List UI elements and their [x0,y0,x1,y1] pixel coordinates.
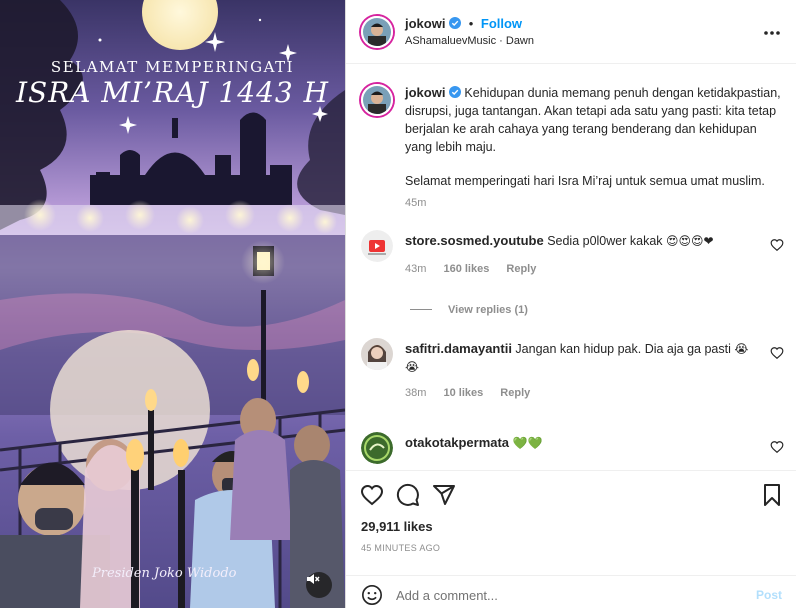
comment-input[interactable] [396,584,736,606]
comment-body: store.sosmed.youtube Sedia p0l0wer kakak… [405,232,760,250]
poster-title: ISRA MI’RAJ 1443 H [15,76,330,109]
poster-subtitle: SELAMAT MEMPERINGATI [50,58,295,76]
poster-signature: Presiden Joko Widodo [92,566,237,581]
caption-text: Kehidupan dunia memang penuh dengan keti… [405,86,781,154]
author-avatar[interactable] [361,16,393,48]
author-username[interactable]: jokowi [405,16,445,31]
comment-body: otakotakpermata 💚💚 [405,434,760,452]
more-horizontal-icon[interactable] [762,23,782,43]
comment-username[interactable]: otakotakpermata [405,435,509,450]
comment-text: Jangan kan hidup pak. Dia aja ga pasti [515,342,731,356]
comment-emoji: 💚💚 [512,436,543,450]
caption-username[interactable]: jokowi [405,85,445,100]
comment-likes[interactable]: 160 likes [443,263,489,275]
like-comment-heart-icon[interactable] [770,346,784,360]
caption-text-2: Selamat memperingati hari Isra Mi’raj un… [405,174,765,188]
caption-avatar[interactable] [361,84,393,116]
post-caption: jokowi Kehidupan dunia memang penuh deng… [405,84,783,206]
comment-bubble-icon[interactable] [396,483,420,507]
comment-meta: 43m 160 likes Reply [405,263,550,275]
comment-emoji: 😍😍😍❤ [666,234,714,248]
comment-username[interactable]: store.sosmed.youtube [405,233,544,248]
commenter-avatar[interactable] [361,230,393,262]
comment-time: 38m [405,387,427,399]
post-timestamp: 45 MINUTES AGO [361,543,441,553]
share-paper-plane-icon[interactable] [432,483,456,507]
view-replies-button[interactable]: View replies (1) [410,304,528,316]
view-replies-label: View replies (1) [448,304,528,316]
mute-button[interactable] [306,572,332,598]
comment-likes[interactable]: 10 likes [443,387,483,399]
like-heart-icon[interactable] [360,483,384,507]
reply-button[interactable]: Reply [506,263,536,275]
post-actions: 29,911 likes 45 MINUTES AGO Post [346,470,796,608]
caption-time: 45m [405,197,427,209]
comment-body: safitri.damayantii Jangan kan hidup pak.… [405,340,760,376]
post-header: jokowi • Follow AShamaluevMusic · Dawn [346,0,796,64]
comment-text: Sedia p0l0wer kakak [547,234,663,248]
verified-badge-icon [448,86,461,98]
commenter-avatar[interactable] [361,338,393,370]
post-image[interactable]: SELAMAT MEMPERINGATI ISRA MI’RAJ 1443 H … [0,0,345,608]
emoji-picker-icon[interactable] [361,584,383,606]
follow-button[interactable]: Follow [481,16,522,31]
like-comment-heart-icon[interactable] [770,238,784,252]
like-comment-heart-icon[interactable] [770,440,784,454]
comment-emoji-2: 😭 [405,360,420,374]
separator-dot: • [468,16,474,31]
replies-line [410,309,432,310]
speaker-muted-icon [307,574,320,584]
comment-time: 43m [405,263,427,275]
add-comment-bar: Post [346,575,796,608]
audio-attribution[interactable]: AShamaluevMusic · Dawn [405,35,534,47]
comment-emoji: 😭 [734,342,749,356]
post-comment-button[interactable]: Post [756,588,782,602]
header-user-line: jokowi • Follow [405,16,522,31]
reply-button[interactable]: Reply [500,387,530,399]
commenter-avatar[interactable] [361,432,393,464]
comment-meta: 38m 10 likes Reply [405,387,544,399]
post-details-panel: jokowi • Follow AShamaluevMusic · Dawn j… [346,0,796,608]
save-bookmark-icon[interactable] [760,483,784,507]
comment-username[interactable]: safitri.damayantii [405,341,512,356]
likes-count[interactable]: 29,911 likes [361,519,433,534]
verified-badge-icon [449,17,462,29]
